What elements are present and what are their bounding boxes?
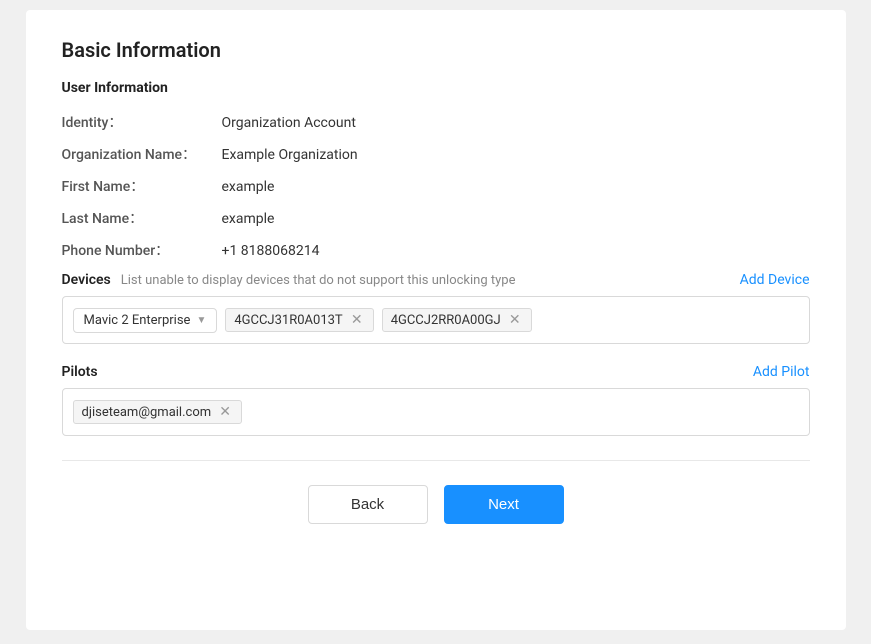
phone-label: Phone Number： (62, 240, 222, 260)
device-type-value: Mavic 2 Enterprise (84, 313, 191, 328)
phone-row: Phone Number： +1 8188068214 (62, 240, 810, 260)
user-info-heading: User Information (62, 80, 810, 96)
pilot-tag-1-value: djiseteam@gmail.com (82, 405, 212, 420)
org-name-value: Example Organization (222, 147, 358, 163)
device-tag-1-remove[interactable]: ✕ (349, 312, 365, 328)
devices-box: Mavic 2 Enterprise ▼ 4GCCJ31R0A013T ✕ 4G… (62, 296, 810, 344)
chevron-down-icon: ▼ (196, 315, 206, 326)
next-button[interactable]: Next (444, 485, 564, 524)
section-title: Basic Information (62, 38, 810, 62)
device-tag-1-value: 4GCCJ31R0A013T (234, 313, 342, 328)
pilot-tag-1-remove[interactable]: ✕ (217, 404, 233, 420)
org-name-row: Organization Name： Example Organization (62, 144, 810, 164)
back-button[interactable]: Back (308, 485, 428, 524)
pilots-section: Pilots Add Pilot djiseteam@gmail.com ✕ (62, 364, 810, 436)
footer-separator (62, 460, 810, 461)
device-tag-2: 4GCCJ2RR0A00GJ ✕ (382, 308, 532, 332)
device-type-dropdown[interactable]: Mavic 2 Enterprise ▼ (73, 308, 218, 333)
devices-hint: List unable to display devices that do n… (121, 273, 740, 288)
main-card: Basic Information User Information Ident… (26, 10, 846, 630)
devices-label: Devices (62, 272, 111, 288)
pilots-box: djiseteam@gmail.com ✕ (62, 388, 810, 436)
add-device-link[interactable]: Add Device (740, 272, 810, 288)
identity-row: Identity： Organization Account (62, 112, 810, 132)
footer-buttons: Back Next (62, 485, 810, 524)
phone-value: +1 8188068214 (222, 243, 320, 259)
devices-header-row: Devices List unable to display devices t… (62, 272, 810, 288)
add-pilot-link[interactable]: Add Pilot (753, 364, 810, 380)
pilot-tag-1: djiseteam@gmail.com ✕ (73, 400, 243, 424)
first-name-label: First Name： (62, 176, 222, 196)
pilots-header: Pilots Add Pilot (62, 364, 810, 380)
identity-label: Identity： (62, 112, 222, 132)
device-tag-2-value: 4GCCJ2RR0A00GJ (391, 313, 501, 328)
identity-value: Organization Account (222, 115, 356, 131)
last-name-row: Last Name： example (62, 208, 810, 228)
first-name-value: example (222, 179, 275, 195)
device-tag-1: 4GCCJ31R0A013T ✕ (225, 308, 373, 332)
pilots-label: Pilots (62, 364, 753, 380)
org-name-label: Organization Name： (62, 144, 222, 164)
first-name-row: First Name： example (62, 176, 810, 196)
last-name-value: example (222, 211, 275, 227)
last-name-label: Last Name： (62, 208, 222, 228)
device-tag-2-remove[interactable]: ✕ (507, 312, 523, 328)
